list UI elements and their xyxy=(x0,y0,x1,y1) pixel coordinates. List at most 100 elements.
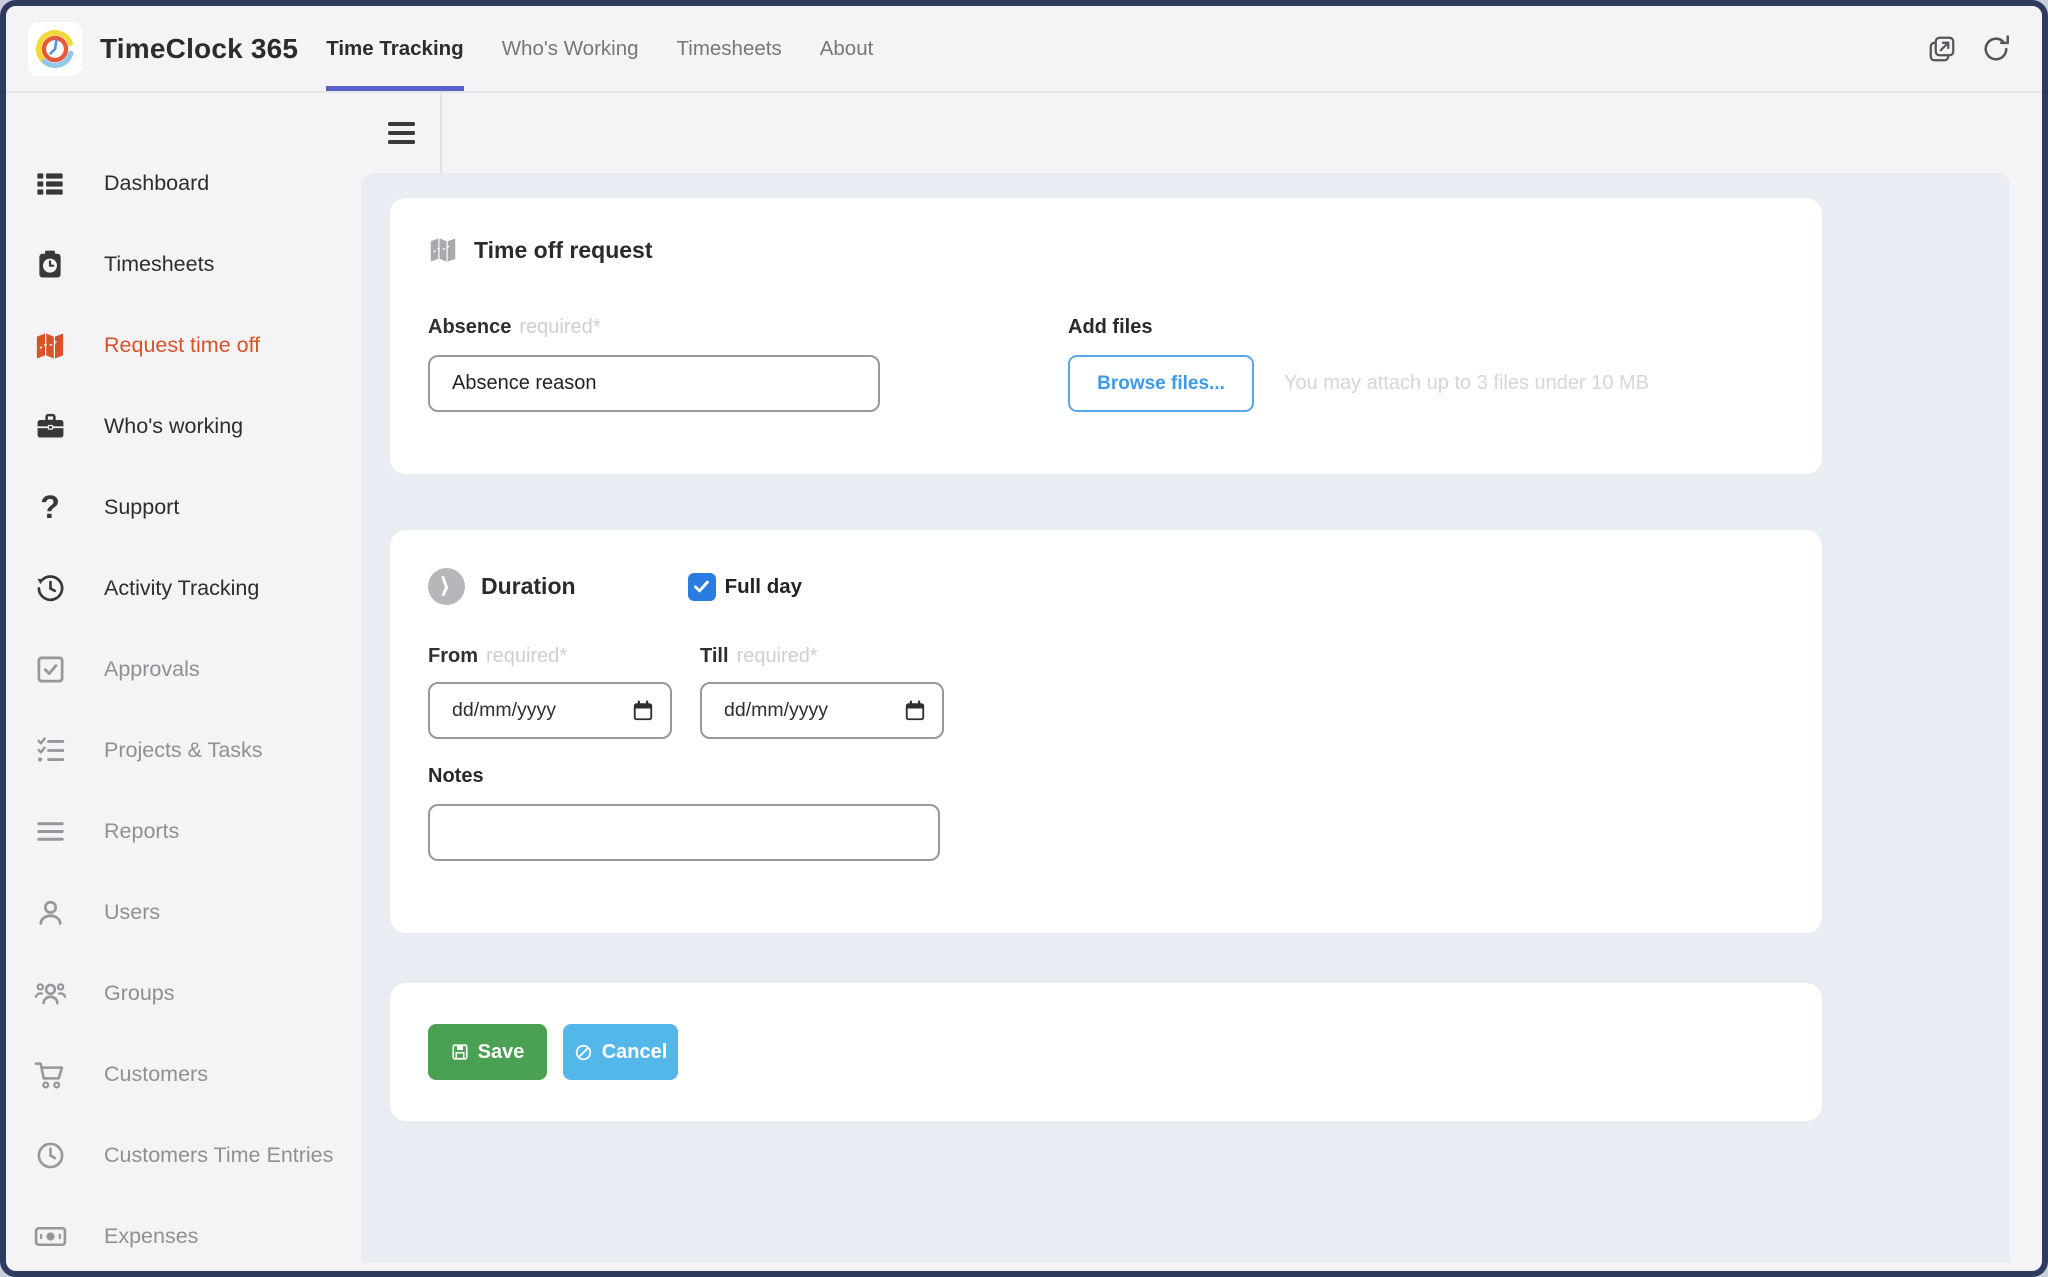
app-logo[interactable] xyxy=(28,22,82,76)
sidebar-item-label: Expenses xyxy=(104,1224,198,1249)
content-panel: Time off request Absencerequired* Add fi… xyxy=(362,173,2010,1263)
sidebar-item-customers[interactable]: Customers xyxy=(6,1034,362,1115)
lines-icon xyxy=(32,814,68,850)
notes-label: Notes xyxy=(428,765,1822,788)
full-day-toggle[interactable]: Full day xyxy=(688,573,802,601)
sidebar-item-label: Reports xyxy=(104,819,179,844)
notes-field: Notes xyxy=(428,765,1822,861)
date-placeholder: dd/mm/yyyy xyxy=(452,699,556,722)
absence-reason-input[interactable] xyxy=(428,355,880,412)
tab-timesheets[interactable]: Timesheets xyxy=(677,6,782,91)
save-button[interactable]: Save xyxy=(428,1024,547,1080)
required-hint: required* xyxy=(519,316,600,338)
question-mark-icon: ? xyxy=(32,490,68,526)
attach-files-hint: You may attach up to 3 files under 10 MB xyxy=(1284,372,1649,395)
sidebar-item-label: Support xyxy=(104,495,179,520)
till-label: Tillrequired* xyxy=(700,645,944,668)
sidebar-item-label: Activity Tracking xyxy=(104,576,259,601)
card-title: Time off request xyxy=(474,237,653,264)
briefcase-icon xyxy=(32,409,68,445)
sidebar-item-timesheets[interactable]: Timesheets xyxy=(6,224,362,305)
hamburger-menu-button[interactable] xyxy=(384,118,419,148)
sidebar-item-label: Approvals xyxy=(104,657,200,682)
sidebar-item-support[interactable]: ? Support xyxy=(6,467,362,548)
cart-icon xyxy=(32,1057,68,1093)
people-icon xyxy=(32,976,68,1012)
sidebar-item-groups[interactable]: Groups xyxy=(6,953,362,1034)
time-off-request-card: Time off request Absencerequired* Add fi… xyxy=(390,198,1822,474)
till-date-field: Tillrequired* dd/mm/yyyy xyxy=(700,645,944,739)
required-hint: required* xyxy=(737,645,818,667)
sidebar-item-label: Who's working xyxy=(104,414,243,439)
required-hint: required* xyxy=(486,645,567,667)
sidebar-item-dashboard[interactable]: Dashboard xyxy=(6,143,362,224)
content-toolbar xyxy=(362,93,2042,173)
date-placeholder: dd/mm/yyyy xyxy=(724,699,828,722)
banknote-icon xyxy=(32,1219,68,1255)
map-icon xyxy=(32,328,68,364)
sidebar-item-reports[interactable]: Reports xyxy=(6,791,362,872)
sidebar-item-activity-tracking[interactable]: Activity Tracking xyxy=(6,548,362,629)
sidebar-item-label: Dashboard xyxy=(104,171,209,196)
map-icon xyxy=(428,236,458,264)
sidebar-item-label: Groups xyxy=(104,981,175,1006)
from-date-field: Fromrequired* dd/mm/yyyy xyxy=(428,645,672,739)
calendar-icon[interactable] xyxy=(632,700,654,722)
cancel-button[interactable]: Cancel xyxy=(563,1024,678,1080)
form-actions-card: Save Cancel xyxy=(390,983,1822,1121)
from-label: Fromrequired* xyxy=(428,645,672,668)
browse-files-button[interactable]: Browse files... xyxy=(1068,355,1254,412)
absence-field: Absencerequired* xyxy=(428,316,880,412)
sidebar-item-label: Projects & Tasks xyxy=(104,738,263,763)
top-navbar: TimeClock 365 Time Tracking Who's Workin… xyxy=(6,6,2042,93)
history-clock-icon xyxy=(32,571,68,607)
cancel-button-label: Cancel xyxy=(602,1041,668,1064)
sidebar-item-expenses[interactable]: Expenses xyxy=(6,1196,362,1277)
sidebar-item-whos-working[interactable]: Who's working xyxy=(6,386,362,467)
timeclock-logo-icon xyxy=(32,26,78,72)
sidebar-item-approvals[interactable]: Approvals xyxy=(6,629,362,710)
top-nav-tabs: Time Tracking Who's Working Timesheets A… xyxy=(326,6,911,91)
task-list-icon xyxy=(32,733,68,769)
card-title: Duration xyxy=(481,573,576,600)
add-files-label: Add files xyxy=(1068,316,1649,339)
absence-label: Absencerequired* xyxy=(428,316,880,339)
sidebar-item-label: Customers Time Entries xyxy=(104,1143,333,1168)
sidebar-item-request-time-off[interactable]: Request time off xyxy=(6,305,362,386)
add-files-field: Add files Browse files... You may attach… xyxy=(1068,316,1649,412)
full-day-label: Full day xyxy=(725,575,802,599)
main-area: Time off request Absencerequired* Add fi… xyxy=(362,93,2042,1263)
tab-whos-working[interactable]: Who's Working xyxy=(502,6,639,91)
sidebar-toggle-area xyxy=(362,93,442,173)
refresh-button[interactable] xyxy=(1980,33,2012,65)
user-icon xyxy=(32,895,68,931)
sidebar-item-projects-tasks[interactable]: Projects & Tasks xyxy=(6,710,362,791)
app-title: TimeClock 365 xyxy=(100,33,298,65)
clock-icon xyxy=(428,568,465,605)
cancel-icon xyxy=(574,1043,593,1062)
notes-input[interactable] xyxy=(428,804,940,861)
body: Dashboard Timesheets xyxy=(6,93,2042,1263)
duration-card: Duration Full day xyxy=(390,530,1822,933)
calendar-icon[interactable] xyxy=(904,700,926,722)
from-date-input[interactable]: dd/mm/yyyy xyxy=(428,682,672,739)
save-icon xyxy=(451,1043,469,1061)
clock-icon xyxy=(32,1138,68,1174)
sidebar-item-label: Users xyxy=(104,900,160,925)
punch-clock-icon xyxy=(32,247,68,283)
sidebar-item-label: Request time off xyxy=(104,333,260,358)
full-day-checkbox[interactable] xyxy=(688,573,716,601)
sidebar: Dashboard Timesheets xyxy=(6,93,362,1263)
tab-time-tracking[interactable]: Time Tracking xyxy=(326,6,463,91)
check-square-icon xyxy=(32,652,68,688)
tab-about[interactable]: About xyxy=(820,6,874,91)
sidebar-item-label: Timesheets xyxy=(104,252,214,277)
dashboard-icon xyxy=(32,166,68,202)
open-external-button[interactable] xyxy=(1926,33,1958,65)
app-window: TimeClock 365 Time Tracking Who's Workin… xyxy=(0,0,2048,1277)
refresh-icon xyxy=(1980,33,2012,65)
sidebar-item-customers-time-entries[interactable]: Customers Time Entries xyxy=(6,1115,362,1196)
till-date-input[interactable]: dd/mm/yyyy xyxy=(700,682,944,739)
checkmark-icon xyxy=(692,577,711,596)
sidebar-item-users[interactable]: Users xyxy=(6,872,362,953)
